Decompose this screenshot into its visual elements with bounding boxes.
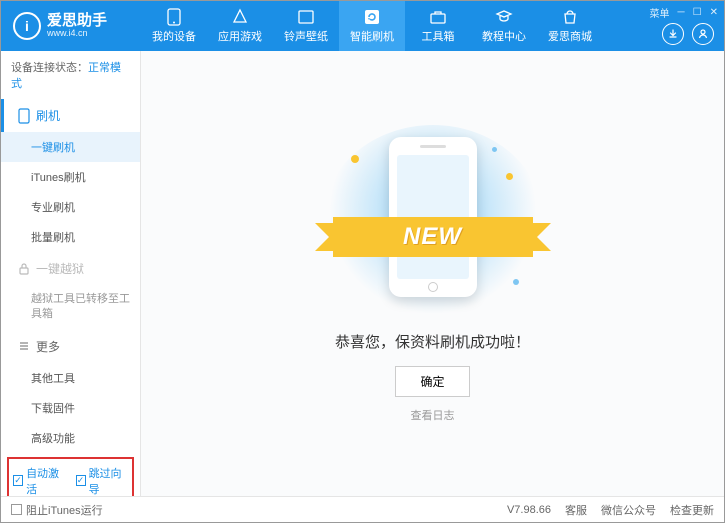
nav-toolbox[interactable]: 工具箱 bbox=[405, 1, 471, 51]
wallpaper-icon bbox=[297, 8, 315, 26]
logo-icon: i bbox=[13, 12, 41, 40]
checkbox-icon bbox=[11, 504, 22, 515]
auto-activate-checkbox[interactable]: ✓ 自动激活 bbox=[13, 465, 66, 496]
main-content: NEW 恭喜您，保资料刷机成功啦！ 确定 查看日志 bbox=[141, 51, 724, 496]
phone-icon bbox=[165, 8, 183, 26]
group-title: 一键越狱 bbox=[36, 260, 84, 277]
sidebar-item-other-tools[interactable]: 其他工具 bbox=[1, 363, 140, 393]
sidebar-item-advanced[interactable]: 高级功能 bbox=[1, 423, 140, 453]
wechat-link[interactable]: 微信公众号 bbox=[601, 502, 656, 518]
jailbreak-note: 越狱工具已转移至工具箱 bbox=[1, 285, 140, 330]
sidebar-item-batch-flash[interactable]: 批量刷机 bbox=[1, 222, 140, 252]
nav-store[interactable]: 爱思商城 bbox=[537, 1, 603, 51]
close-button[interactable]: ✕ bbox=[710, 7, 718, 18]
nav-label: 爱思商城 bbox=[548, 28, 592, 44]
ribbon-text: NEW bbox=[403, 223, 462, 251]
brand-url: www.i4.cn bbox=[47, 29, 107, 39]
checkbox-label: 跳过向导 bbox=[89, 465, 128, 496]
window-controls: 菜单 ─ ☐ ✕ bbox=[650, 5, 718, 20]
menu-button[interactable]: 菜单 bbox=[650, 5, 670, 20]
sidebar-item-pro-flash[interactable]: 专业刷机 bbox=[1, 192, 140, 222]
account-button[interactable] bbox=[692, 23, 714, 45]
flash-icon bbox=[363, 8, 381, 26]
group-title: 更多 bbox=[36, 338, 60, 355]
nav-label: 应用游戏 bbox=[218, 28, 262, 44]
view-log-link[interactable]: 查看日志 bbox=[411, 407, 455, 423]
more-icon bbox=[18, 340, 30, 352]
checkbox-label: 自动激活 bbox=[26, 465, 65, 496]
success-illustration: NEW bbox=[323, 125, 543, 315]
sidebar-group-more[interactable]: 更多 bbox=[1, 330, 140, 363]
sidebar: 设备连接状态：正常模式 刷机 一键刷机 iTunes刷机 专业刷机 批量刷机 一… bbox=[1, 51, 141, 496]
sidebar-group-jailbreak: 一键越狱 bbox=[1, 252, 140, 285]
sidebar-item-download-firmware[interactable]: 下载固件 bbox=[1, 393, 140, 423]
statusbar: 阻止iTunes运行 V7.98.66 客服 微信公众号 检查更新 bbox=[1, 496, 724, 522]
sidebar-group-flash[interactable]: 刷机 bbox=[1, 99, 140, 132]
nav-flash[interactable]: 智能刷机 bbox=[339, 1, 405, 51]
checkbox-label: 阻止iTunes运行 bbox=[26, 502, 103, 518]
support-link[interactable]: 客服 bbox=[565, 502, 587, 518]
download-icon bbox=[667, 28, 679, 40]
nav-label: 智能刷机 bbox=[350, 28, 394, 44]
user-icon bbox=[697, 28, 709, 40]
nav-my-device[interactable]: 我的设备 bbox=[141, 1, 207, 51]
nav-label: 工具箱 bbox=[422, 28, 455, 44]
sidebar-item-oneclick-flash[interactable]: 一键刷机 bbox=[1, 132, 140, 162]
main-nav: 我的设备 应用游戏 铃声壁纸 智能刷机 工具箱 教程中心 bbox=[141, 1, 603, 51]
store-icon bbox=[561, 8, 579, 26]
brand-name: 爱思助手 bbox=[47, 13, 107, 30]
minimize-button[interactable]: ─ bbox=[678, 7, 685, 18]
nav-ringtones[interactable]: 铃声壁纸 bbox=[273, 1, 339, 51]
group-title: 刷机 bbox=[36, 107, 60, 124]
block-itunes-checkbox[interactable]: 阻止iTunes运行 bbox=[11, 502, 103, 518]
checkbox-icon: ✓ bbox=[76, 475, 86, 486]
lock-icon bbox=[18, 262, 30, 276]
nav-tutorials[interactable]: 教程中心 bbox=[471, 1, 537, 51]
nav-label: 教程中心 bbox=[482, 28, 526, 44]
tutorial-icon bbox=[495, 8, 513, 26]
download-button[interactable] bbox=[662, 23, 684, 45]
titlebar: i 爱思助手 www.i4.cn 我的设备 应用游戏 铃声壁纸 智能刷机 bbox=[1, 1, 724, 51]
ok-button[interactable]: 确定 bbox=[395, 366, 469, 397]
nav-label: 铃声壁纸 bbox=[284, 28, 328, 44]
connection-status: 设备连接状态：正常模式 bbox=[1, 51, 140, 99]
checkbox-icon: ✓ bbox=[13, 475, 23, 486]
skip-guide-checkbox[interactable]: ✓ 跳过向导 bbox=[76, 465, 129, 496]
new-ribbon: NEW bbox=[333, 217, 533, 257]
brand-block: i 爱思助手 www.i4.cn bbox=[1, 12, 141, 40]
sidebar-item-itunes-flash[interactable]: iTunes刷机 bbox=[1, 162, 140, 192]
apps-icon bbox=[231, 8, 249, 26]
nav-label: 我的设备 bbox=[152, 28, 196, 44]
nav-apps[interactable]: 应用游戏 bbox=[207, 1, 273, 51]
check-update-link[interactable]: 检查更新 bbox=[670, 502, 714, 518]
toolbox-icon bbox=[429, 8, 447, 26]
phone-small-icon bbox=[18, 108, 30, 124]
maximize-button[interactable]: ☐ bbox=[693, 7, 702, 18]
version-text: V7.98.66 bbox=[507, 504, 551, 516]
success-message: 恭喜您，保资料刷机成功啦！ bbox=[335, 331, 530, 352]
highlight-checkbox-row: ✓ 自动激活 ✓ 跳过向导 bbox=[7, 457, 134, 496]
